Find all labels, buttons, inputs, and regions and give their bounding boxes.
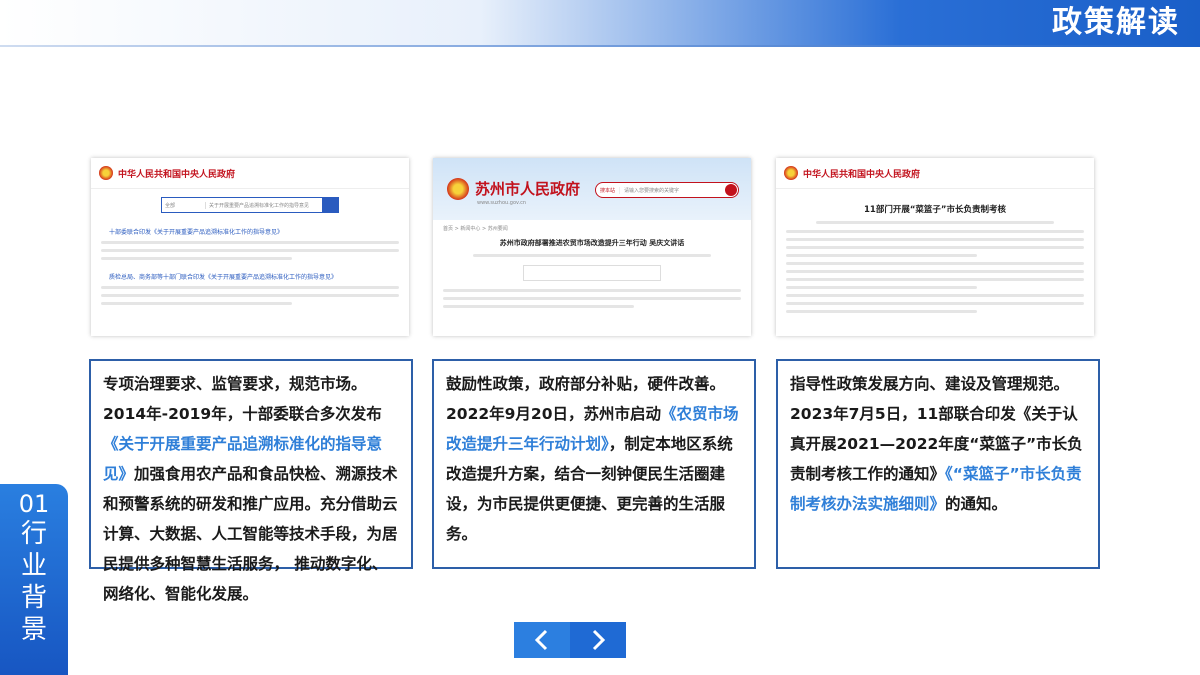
caption-suzhou-policy: 鼓励性政策，政府部分补贴，硬件改善。 2022年9月20日，苏州市启动《农贸市场… [432, 359, 756, 569]
screenshot-suzhou-article[interactable]: 苏州市人民政府 www.suzhou.gov.cn 搜本站 请输入您要搜索的关键… [433, 158, 751, 336]
caption-lead: 指导性政策发展方向、建设及管理规范。 [790, 375, 1070, 393]
page-title: 政策解读 [1052, 5, 1180, 40]
next-button[interactable] [570, 622, 626, 658]
caption-text: 2014年-2019年，十部委联合多次发布 [103, 405, 382, 423]
section-badge: 01 行 业 背 景 [0, 484, 68, 675]
caption-lead: 专项治理要求、监管要求，规范市场。 [103, 375, 367, 393]
search-input[interactable]: 搜本站 请输入您要搜索的关键字 [595, 182, 739, 198]
chevron-right-icon [592, 629, 606, 651]
search-icon[interactable] [725, 184, 737, 196]
caption-text: 2022年9月20日，苏州市启动 [446, 405, 661, 423]
section-char: 业 [20, 551, 47, 581]
city-emblem-icon [447, 178, 469, 200]
caption-vegetable-basket-policy: 指导性政策发展方向、建设及管理规范。 2023年7月5日，11部联合印发《关于认… [776, 359, 1100, 569]
slide-navigation [514, 622, 626, 658]
header-divider [0, 45, 1200, 47]
section-char: 背 [20, 583, 47, 613]
audio-player[interactable] [523, 265, 661, 281]
caption-lead: 鼓励性政策，政府部分补贴，硬件改善。 [446, 375, 726, 393]
search-icon[interactable] [322, 198, 338, 212]
caption-text: 的通知。 [945, 495, 1008, 513]
national-emblem-icon [99, 166, 113, 180]
section-char: 行 [20, 519, 47, 549]
section-char: 景 [20, 615, 47, 645]
suzhou-banner: 苏州市人民政府 www.suzhou.gov.cn 搜本站 请输入您要搜索的关键… [433, 158, 751, 220]
section-number: 01 [18, 490, 50, 518]
screenshot-gov-article[interactable]: 中华人民共和国中央人民政府 11部门开展“菜篮子”市长负责制考核 [776, 158, 1094, 336]
caption-text: 加强食用农产品和食品快检、溯源技术和预警系统的研发和推广应用。充分借助云计算、大… [103, 465, 398, 603]
national-emblem-icon [784, 166, 798, 180]
screenshot-gov-search[interactable]: 中华人民共和国中央人民政府 全部 关于开展重要产品追溯标准化工作的指导意见 十部… [91, 158, 409, 336]
previous-button[interactable] [514, 622, 570, 658]
header-bar [0, 0, 1200, 45]
chevron-left-icon [534, 629, 548, 651]
caption-national-policy: 专项治理要求、监管要求，规范市场。 2014年-2019年，十部委联合多次发布《… [89, 359, 413, 603]
